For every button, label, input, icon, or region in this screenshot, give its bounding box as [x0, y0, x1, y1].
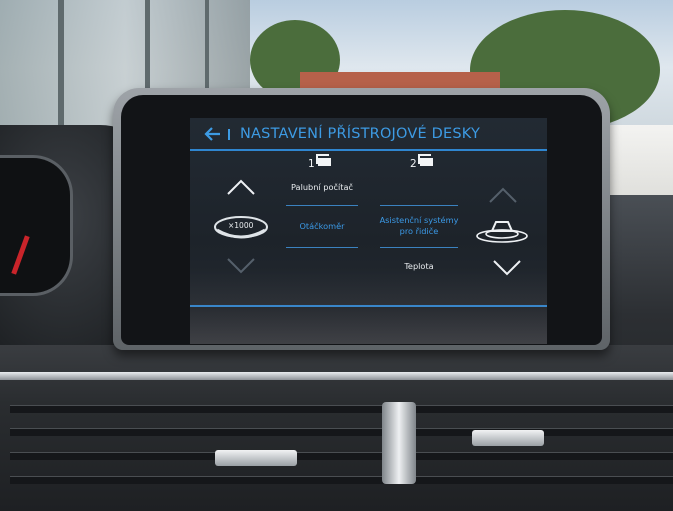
- display-page-icon: [317, 156, 331, 166]
- column-2-header: 2: [410, 156, 433, 170]
- screen-reflection: [190, 270, 547, 344]
- page-title: NASTAVENÍ PŘÍSTROJOVÉ DESKY: [240, 126, 481, 142]
- list-item-palubni-pocitac[interactable]: Palubní počítač: [286, 182, 358, 193]
- air-vent-tab[interactable]: [215, 450, 297, 466]
- list-item-otackomer-selected[interactable]: Otáčkoměr: [286, 221, 358, 232]
- air-vent-tab[interactable]: [472, 430, 544, 446]
- selection-divider: [380, 247, 458, 248]
- driver-assist-car-icon: [476, 221, 528, 243]
- gauge-label: ×1000: [228, 221, 254, 230]
- chrome-trim: [0, 372, 673, 380]
- column-2-number: 2: [410, 158, 417, 170]
- list-item-asistencni-systemy-selected[interactable]: Asistenční systémy pro řidiče: [378, 215, 460, 237]
- air-vent-slat: [10, 428, 673, 436]
- selection-divider: [286, 247, 358, 248]
- chevron-up-icon[interactable]: [226, 178, 256, 196]
- header-separator: [228, 129, 230, 140]
- instrument-cluster: [0, 155, 73, 296]
- selection-divider: [286, 205, 358, 206]
- tachometer-gauge-icon: ×1000: [212, 214, 270, 240]
- header-underline: [190, 149, 547, 151]
- chevron-up-icon[interactable]: [488, 186, 518, 204]
- column-1-header: 1: [308, 156, 331, 170]
- display-page-icon: [419, 156, 433, 166]
- arrow-left-icon[interactable]: [204, 126, 222, 146]
- column-1-number: 1: [308, 158, 315, 170]
- air-vent-slat: [10, 452, 673, 460]
- screen-header: NASTAVENÍ PŘÍSTROJOVÉ DESKY: [190, 124, 547, 151]
- selection-divider: [380, 205, 458, 206]
- air-vent-center-control[interactable]: [382, 402, 416, 484]
- air-vent-slat: [10, 405, 673, 413]
- air-vent-slat: [10, 476, 673, 484]
